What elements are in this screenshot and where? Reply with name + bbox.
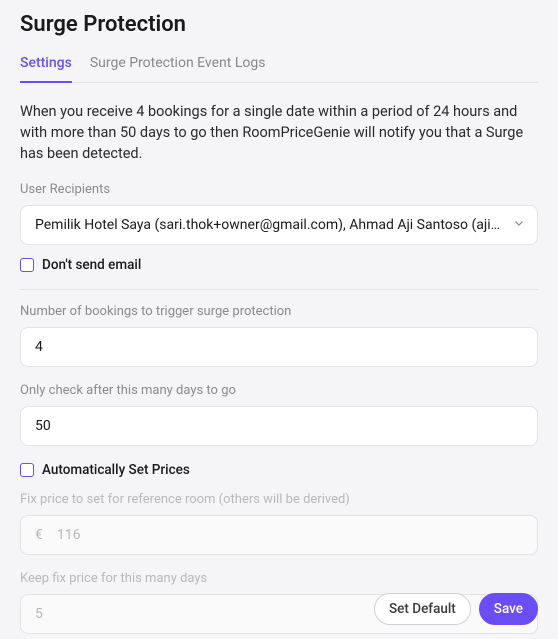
days-to-go-label: Only check after this many days to go [20, 383, 538, 398]
tab-settings[interactable]: Settings [20, 55, 72, 83]
surge-description: When you receive 4 bookings for a single… [20, 101, 538, 164]
tab-event-logs[interactable]: Surge Protection Event Logs [90, 55, 266, 83]
divider [20, 289, 538, 290]
days-to-go-input[interactable] [20, 406, 538, 446]
fix-price-label: Fix price to set for reference room (oth… [20, 492, 538, 507]
bookings-trigger-label: Number of bookings to trigger surge prot… [20, 304, 538, 319]
footer-actions: Set Default Save [374, 593, 538, 625]
recipients-value: Pemilik Hotel Saya (sari.thok+owner@gmai… [35, 217, 507, 233]
currency-symbol: € [21, 516, 43, 554]
recipients-select[interactable]: Pemilik Hotel Saya (sari.thok+owner@gmai… [20, 205, 538, 245]
recipients-label: User Recipients [20, 182, 538, 197]
chevron-down-icon [515, 221, 523, 229]
set-default-button[interactable]: Set Default [374, 593, 471, 625]
dont-send-email-label: Don't send email [42, 257, 141, 273]
tabs-container: Settings Surge Protection Event Logs [20, 55, 538, 83]
page-title: Surge Protection [20, 12, 538, 37]
auto-set-prices-label: Automatically Set Prices [42, 462, 190, 478]
auto-set-prices-checkbox[interactable] [20, 463, 34, 477]
fix-price-input[interactable] [43, 516, 537, 554]
bookings-trigger-input[interactable] [20, 327, 538, 367]
keep-days-label: Keep fix price for this many days [20, 571, 538, 586]
save-button[interactable]: Save [479, 593, 538, 625]
fix-price-input-wrapper: € [20, 515, 538, 555]
dont-send-email-checkbox[interactable] [20, 258, 34, 272]
